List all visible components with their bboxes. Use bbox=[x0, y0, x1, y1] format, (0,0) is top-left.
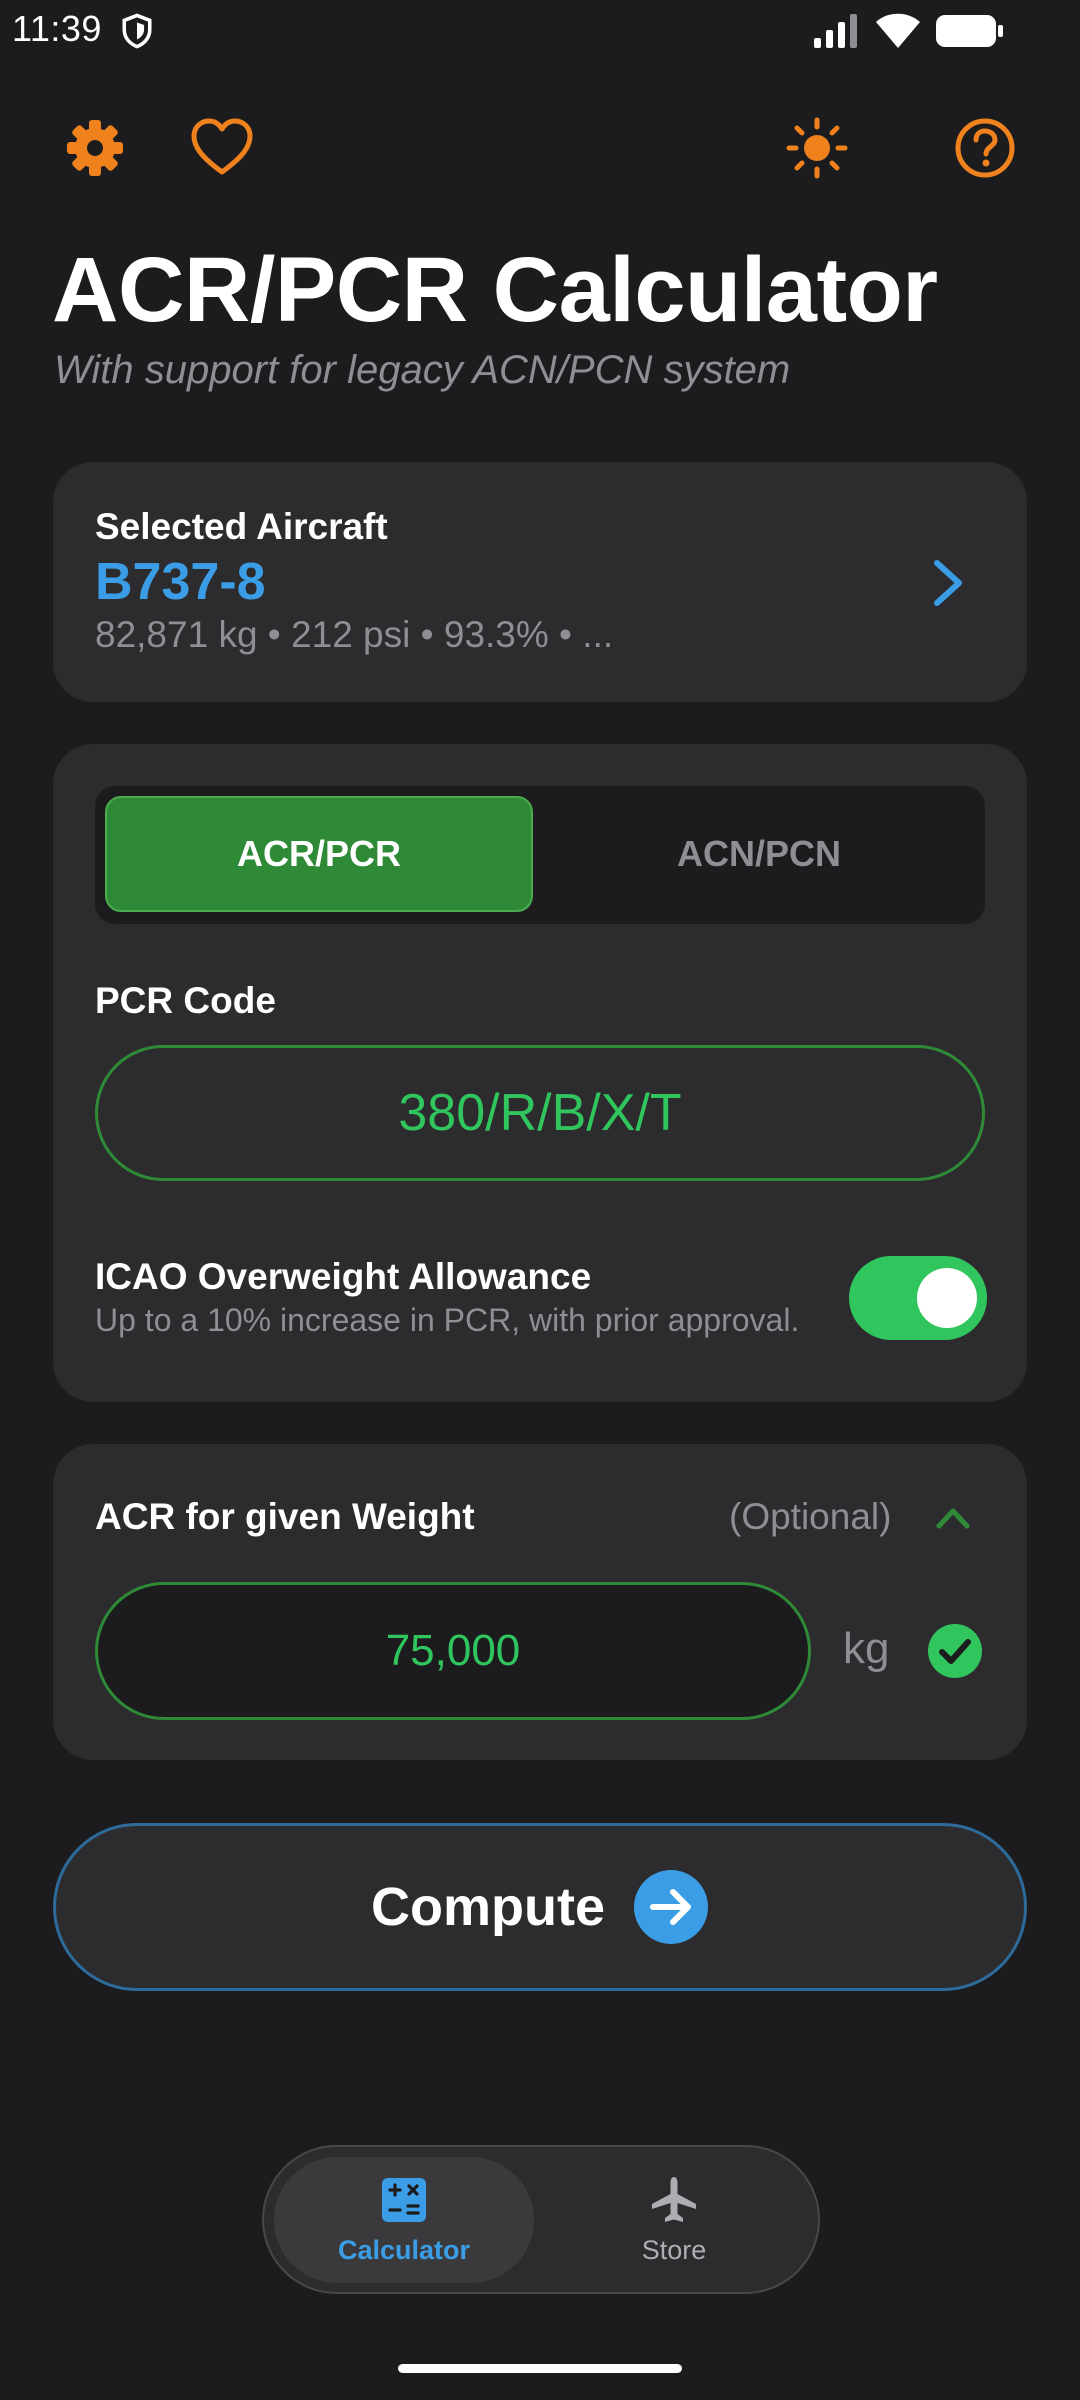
icao-overweight-description: Up to a 10% increase in PCR, with prior … bbox=[95, 1302, 800, 1338]
acr-weight-label: ACR for given Weight bbox=[95, 1496, 475, 1537]
aircraft-name: B737-8 bbox=[95, 553, 266, 611]
nav-item-store[interactable]: Store bbox=[544, 2157, 804, 2283]
page-title: ACR/PCR Calculator bbox=[52, 239, 938, 341]
sun-icon bbox=[786, 117, 848, 179]
favorites-button[interactable] bbox=[187, 113, 257, 183]
weight-input[interactable]: 75,000 bbox=[95, 1582, 811, 1720]
icao-overweight-label: ICAO Overweight Allowance bbox=[95, 1256, 592, 1297]
aircraft-details: 82,871 kg • 212 psi • 93.3% • ... bbox=[95, 614, 614, 655]
heart-icon bbox=[191, 118, 253, 175]
page-subtitle: With support for legacy ACN/PCN system bbox=[54, 348, 791, 392]
settings-button[interactable] bbox=[60, 113, 130, 183]
gear-icon bbox=[67, 120, 123, 176]
pcr-settings-card: ACR/PCR ACN/PCN PCR Code 380/R/B/X/T ICA… bbox=[53, 744, 1027, 1402]
help-button[interactable] bbox=[950, 113, 1020, 183]
aircraft-label: Selected Aircraft bbox=[95, 506, 388, 547]
calculator-icon bbox=[382, 2177, 426, 2222]
chevron-up-icon[interactable] bbox=[933, 1500, 973, 1534]
signal-icon bbox=[814, 14, 857, 48]
mode-option-acr-pcr[interactable]: ACR/PCR bbox=[105, 796, 533, 912]
compute-label: Compute bbox=[371, 1877, 605, 1937]
compute-button[interactable]: Compute bbox=[53, 1823, 1027, 1991]
nav-label-store: Store bbox=[641, 2234, 707, 2265]
mode-option-acn-pcn[interactable]: ACN/PCN bbox=[545, 796, 973, 912]
airplane-icon bbox=[652, 2176, 696, 2222]
aircraft-selector[interactable]: Selected Aircraft B737-8 82,871 kg • 212… bbox=[53, 462, 1027, 702]
weight-unit: kg bbox=[843, 1624, 890, 1673]
status-bar: 11:39 bbox=[0, 0, 1080, 62]
arrow-right-icon bbox=[633, 1870, 708, 1944]
icao-overweight-toggle[interactable] bbox=[849, 1256, 987, 1340]
theme-button[interactable] bbox=[782, 113, 852, 183]
shield-icon bbox=[122, 13, 152, 49]
nav-label-calculator: Calculator bbox=[337, 2234, 471, 2265]
bottom-navigation: Calculator Store bbox=[262, 2145, 820, 2294]
check-circle-icon bbox=[928, 1624, 982, 1678]
nav-item-calculator[interactable]: Calculator bbox=[274, 2157, 534, 2283]
pcr-code-input[interactable]: 380/R/B/X/T bbox=[95, 1045, 985, 1181]
mode-segmented-control: ACR/PCR ACN/PCN bbox=[95, 786, 985, 924]
battery-icon bbox=[936, 15, 1003, 47]
toggle-knob bbox=[917, 1268, 977, 1328]
acr-weight-card: ACR for given Weight (Optional) 75,000 k… bbox=[53, 1444, 1027, 1760]
status-time: 11:39 bbox=[12, 8, 102, 49]
optional-label: (Optional) bbox=[729, 1496, 892, 1537]
chevron-right-icon bbox=[934, 560, 962, 606]
pcr-code-label: PCR Code bbox=[95, 980, 276, 1021]
help-icon bbox=[955, 118, 1015, 178]
home-indicator[interactable] bbox=[398, 2364, 682, 2373]
wifi-icon bbox=[876, 13, 920, 48]
